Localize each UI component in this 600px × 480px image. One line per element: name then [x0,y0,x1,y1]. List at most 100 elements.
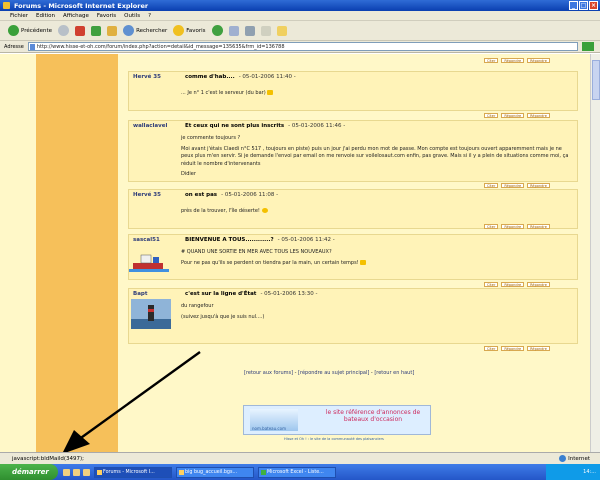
ad-banner[interactable]: le site référence d'annonces de bateaux … [243,405,431,435]
refresh-icon[interactable] [91,25,102,36]
quote-button[interactable]: Citer [484,282,499,287]
ie-app-icon [3,2,10,9]
quote-button[interactable]: Citer [484,224,499,229]
search-button[interactable]: Rechercher [123,25,167,36]
post-header: Hervé 35 on est pas - 05-01-2006 11:08 - [129,190,577,200]
post-author[interactable]: Hervé 35 [133,192,181,198]
address-url: http://www.hisse-et-oh.com/forum/index.p… [36,43,285,50]
reply-button[interactable]: Répondre [501,113,525,118]
menu-help[interactable]: ? [148,13,151,19]
reply-button[interactable]: Répondre [527,183,550,188]
reply-button[interactable]: Répondre [501,183,525,188]
menu-file[interactable]: Fichier [10,13,28,19]
stop-icon[interactable] [75,25,86,36]
taskbar-item[interactable]: Forums - Microsoft I... [94,466,172,478]
post-date: - 05-01-2006 11:42 - [277,237,335,243]
scrollbar-thumb[interactable] [592,60,600,100]
history-icon[interactable] [211,25,223,36]
zone-label: Internet [568,455,590,462]
quote-button[interactable]: Citer [484,183,499,188]
taskbar-item[interactable]: Microsoft Excel - Liste... [258,466,336,478]
post-author[interactable]: sascal51 [133,237,181,243]
smiley-icon [261,208,268,213]
reply-button[interactable]: Répondre [501,58,525,63]
post-line: du rangefour [181,303,214,309]
banner-caption[interactable]: Hisse et Oh ! : le site de la communauté… [284,437,384,441]
menu-favorites[interactable]: Favoris [97,13,116,19]
go-arrow-icon[interactable] [581,42,594,51]
ie-icon [97,469,102,475]
lighthouse-photo-icon [131,299,171,329]
address-input[interactable]: http://www.hisse-et-oh.com/forum/index.p… [27,42,578,51]
favorites-label: Favoris [186,27,206,34]
quote-button[interactable]: Citer [484,58,499,63]
image-icon [179,469,184,475]
back-label: Précédente [21,27,53,34]
reply-button[interactable]: Répondre [501,346,525,351]
post-message: ... Je n° 1 c'est le serveur (du bar) [181,90,571,101]
banner-tagline: le site référence d'annonces de bateaux … [325,409,421,423]
web-page-content: Citer Répondre Répondre Hervé 35 comme d… [0,54,590,452]
reply-button[interactable]: Répondre [527,282,550,287]
reply-button[interactable]: Répondre [501,224,525,229]
avatar [131,299,179,343]
window-title-bar: Forums - Microsoft Internet Explorer _ □… [0,0,600,11]
post-date: - 05-01-2006 11:08 - [221,192,279,198]
status-bar: javascript:bldMaild(3497); Internet [0,452,600,464]
reply-main-topic-link[interactable]: [répondre au sujet principal] [298,370,369,376]
menu-bar: Fichier Edition Affichage Favoris Outils… [0,11,600,21]
back-to-forums-link[interactable]: [retour aux forums] [244,370,293,376]
menu-tools[interactable]: Outils [124,13,140,19]
back-button[interactable]: Précédente [8,25,52,36]
post-actions: Citer Répondre Répondre [484,113,584,118]
post-author[interactable]: wallaclavel [133,123,181,129]
post-header: Hervé 35 comme d'hab.... - 05-01-2006 11… [129,72,577,82]
mail-icon[interactable] [228,25,239,36]
edit-icon[interactable] [260,25,271,36]
post-line: Didier [181,171,196,177]
post-author[interactable]: Hervé 35 [133,74,181,80]
post-message: du rangefour (suivez jusqu'à que je suis… [181,303,571,324]
post-message: près de la trouver, l'île déserte! [181,208,571,219]
menu-edit[interactable]: Edition [36,13,55,19]
post-body: je commente toujours ? Moi avant j'étais… [129,131,577,181]
post-author[interactable]: Bapt [133,291,181,297]
system-tray: 14:... [546,464,600,480]
security-zone: Internet [559,455,590,462]
home-icon[interactable] [107,25,118,36]
folder-icon[interactable] [276,25,287,36]
start-button[interactable]: démarrer [0,464,58,480]
close-icon[interactable]: × [589,1,598,10]
print-icon[interactable] [244,25,255,36]
reply-button[interactable]: Répondre [527,113,550,118]
reply-button[interactable]: Répondre [527,58,550,63]
excel-icon [261,469,266,475]
post-line: Moi avant j'étais Claedi n°C 517 , toujo… [181,145,569,167]
maximize-icon[interactable]: □ [579,1,588,10]
reply-button[interactable]: Répondre [527,346,550,351]
vertical-scrollbar[interactable] [590,54,600,452]
reply-button[interactable]: Répondre [501,282,525,287]
ie-icon[interactable] [73,468,80,476]
forward-arrow-icon[interactable] [58,25,70,36]
reply-button[interactable]: Répondre [527,224,550,229]
desktop-icon[interactable] [63,468,70,476]
window-controls: _ □ × [569,1,598,10]
quote-button[interactable]: Citer [484,346,499,351]
minimize-icon[interactable]: _ [569,1,578,10]
menu-view[interactable]: Affichage [63,13,89,19]
post-body: ... Je n° 1 c'est le serveur (du bar) [129,82,577,110]
back-to-top-link[interactable]: [retour en haut] [374,370,414,376]
post-body: du rangefour (suivez jusqu'à que je suis… [129,299,577,343]
quote-button[interactable]: Citer [484,113,499,118]
favorites-button[interactable]: Favoris [173,25,206,36]
media-icon[interactable] [83,468,90,476]
forum-post: wallaclavel Et ceux qui ne sont plus ins… [128,120,578,182]
post-header: sascal51 BIENVENUE A TOUS............? -… [129,235,577,245]
taskbar-item[interactable]: big bug_accueil.bgs... [176,466,254,478]
post-body: # QUAND UNE SORTIE EN MER AVEC TOUS LES … [129,245,577,279]
address-label: Adresse [4,43,24,50]
star-icon [173,25,185,36]
task-label: Forums - Microsoft I... [103,469,155,475]
post-subject: BIENVENUE A TOUS............? [185,237,274,243]
